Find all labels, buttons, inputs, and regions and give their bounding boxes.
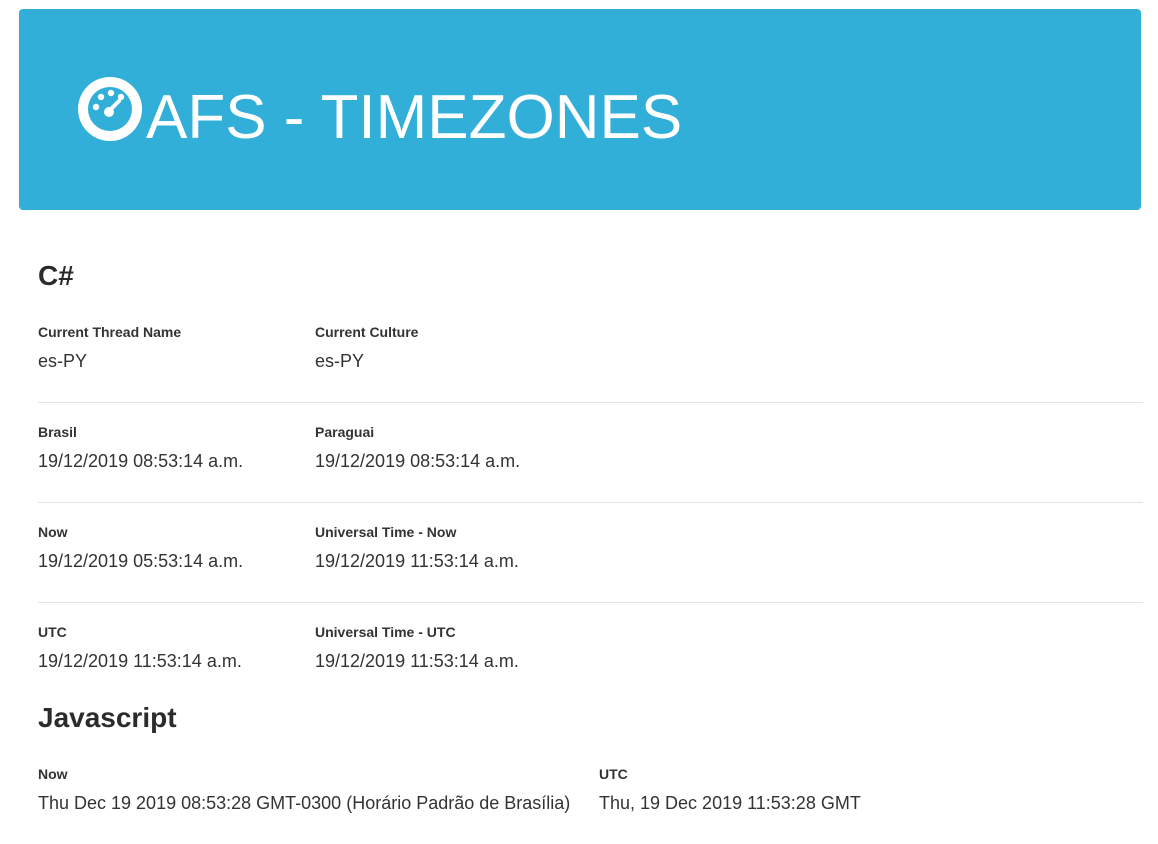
field-value: es-PY — [315, 351, 365, 371]
field-value: es-PY — [38, 351, 88, 371]
dashboard-gauge-icon — [78, 77, 142, 141]
info-row-culture: Current Thread Name es-PY Current Cultur… — [38, 322, 1143, 403]
field-value: 19/12/2019 08:53:14 a.m. — [315, 451, 521, 471]
field-universal-time-now: Universal Time - Now 19/12/2019 11:53:14… — [315, 522, 519, 572]
field-value: 19/12/2019 05:53:14 a.m. — [38, 551, 244, 571]
field-label: Now — [38, 766, 68, 782]
field-value: Thu, 19 Dec 2019 11:53:28 GMT — [599, 793, 861, 813]
field-utc: UTC 19/12/2019 11:53:14 a.m. — [38, 622, 242, 672]
info-row-countries: Brasil 19/12/2019 08:53:14 a.m. Paraguai… — [38, 422, 1143, 503]
field-js-now: Now Thu Dec 19 2019 08:53:28 GMT-0300 (H… — [38, 764, 570, 814]
field-value: 19/12/2019 11:53:14 a.m. — [38, 651, 242, 671]
field-value: 19/12/2019 11:53:14 a.m. — [315, 651, 519, 671]
field-label: Brasil — [38, 424, 77, 440]
section-title-javascript: Javascript — [38, 702, 177, 733]
field-label: Paraguai — [315, 424, 375, 440]
page-title: AFS - TIMEZONES — [146, 83, 683, 152]
field-label: Universal Time - UTC — [315, 624, 456, 640]
field-js-utc: UTC Thu, 19 Dec 2019 11:53:28 GMT — [599, 764, 861, 814]
field-current-thread-name: Current Thread Name es-PY — [38, 322, 181, 372]
field-brasil: Brasil 19/12/2019 08:53:14 a.m. — [38, 422, 243, 472]
field-universal-time-utc: Universal Time - UTC 19/12/2019 11:53:14… — [315, 622, 519, 672]
field-current-culture: Current Culture es-PY — [315, 322, 418, 372]
field-label: Current Thread Name — [38, 324, 182, 340]
field-value: Thu Dec 19 2019 08:53:28 GMT-0300 (Horár… — [38, 793, 571, 813]
info-row-javascript: Now Thu Dec 19 2019 08:53:28 GMT-0300 (H… — [38, 764, 1143, 844]
field-label: Universal Time - Now — [315, 524, 457, 540]
info-row-utc: UTC 19/12/2019 11:53:14 a.m. Universal T… — [38, 622, 1143, 702]
section-title-csharp: C# — [38, 260, 74, 291]
field-label: Current Culture — [315, 324, 419, 340]
field-value: 19/12/2019 08:53:14 a.m. — [38, 451, 244, 471]
info-row-now: Now 19/12/2019 05:53:14 a.m. Universal T… — [38, 522, 1143, 603]
field-label: Now — [38, 524, 68, 540]
field-paraguai: Paraguai 19/12/2019 08:53:14 a.m. — [315, 422, 520, 472]
field-value: 19/12/2019 11:53:14 a.m. — [315, 551, 519, 571]
field-label: UTC — [599, 766, 628, 782]
field-label: UTC — [38, 624, 67, 640]
field-now: Now 19/12/2019 05:53:14 a.m. — [38, 522, 243, 572]
page-header: AFS - TIMEZONES — [19, 9, 1141, 210]
